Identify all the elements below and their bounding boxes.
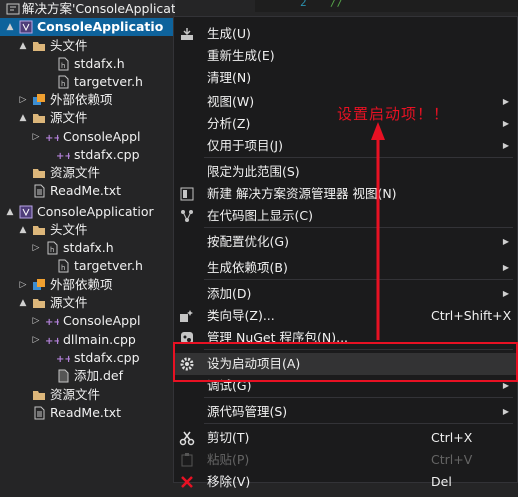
red-arrow-annotation bbox=[371, 122, 385, 340]
annotation-text: 设置启动项！！ bbox=[337, 105, 450, 123]
red-highlight-box bbox=[173, 342, 518, 382]
